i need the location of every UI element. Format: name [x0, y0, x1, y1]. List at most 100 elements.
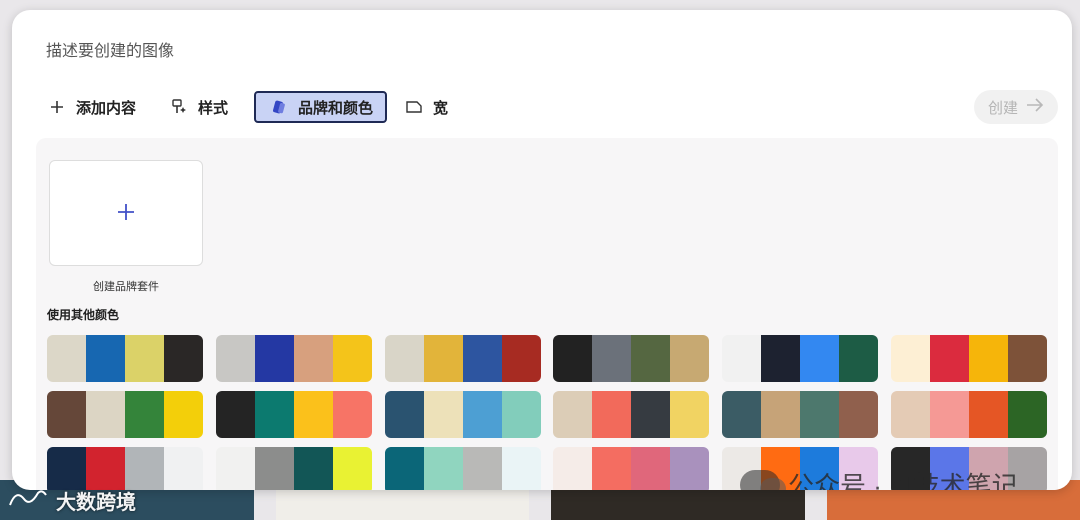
color-swatch: [462, 447, 502, 490]
watermark-logo-icon: [8, 487, 48, 515]
color-swatch: [125, 391, 164, 438]
color-swatch: [215, 391, 255, 438]
arrow-right-icon: [1026, 98, 1044, 116]
style-brush-icon: [170, 98, 188, 116]
color-swatch: [254, 335, 294, 382]
watermark-left: 大数跨境: [8, 486, 136, 515]
brand-colors-button[interactable]: 品牌和颜色: [254, 91, 388, 123]
color-swatch: [761, 335, 801, 382]
color-palette[interactable]: [553, 447, 710, 490]
brand-colors-label: 品牌和颜色: [298, 99, 374, 117]
color-swatch: [86, 447, 125, 490]
color-swatch: [670, 391, 710, 438]
color-swatch: [722, 391, 762, 438]
color-swatch: [293, 391, 333, 438]
color-swatch: [553, 391, 593, 438]
color-swatch: [164, 391, 203, 438]
style-button[interactable]: 样式: [162, 91, 244, 123]
color-palette[interactable]: [553, 335, 710, 382]
color-palette[interactable]: [722, 335, 879, 382]
watermark-right-text: 公众号 · AI技术笔记: [788, 471, 1018, 490]
color-swatch: [553, 447, 593, 490]
color-swatch: [839, 391, 879, 438]
color-swatch: [722, 335, 762, 382]
color-palette[interactable]: [47, 447, 203, 490]
create-brand-kit-label: 创建品牌套件: [93, 281, 159, 293]
prompt-input[interactable]: 描述要创建的图像: [46, 37, 174, 61]
color-swatch: [501, 335, 541, 382]
color-swatch: [800, 335, 840, 382]
aspect-wide-label: 宽: [433, 99, 449, 117]
color-palette[interactable]: [384, 335, 541, 382]
color-swatch: [254, 447, 294, 490]
color-palette[interactable]: [47, 391, 203, 438]
color-swatch: [462, 391, 502, 438]
color-swatch: [1007, 335, 1047, 382]
color-swatch: [254, 391, 294, 438]
watermark-right: 公众号 · AI技术笔记: [740, 466, 1018, 490]
color-palette[interactable]: [215, 335, 372, 382]
aspect-wide-button[interactable]: 宽: [397, 91, 464, 123]
color-swatch: [47, 447, 86, 490]
watermark-left-text: 大数跨境: [56, 492, 136, 514]
create-brand-kit-button[interactable]: [49, 160, 203, 266]
color-swatch: [929, 335, 969, 382]
add-content-label: 添加内容: [76, 99, 137, 117]
color-swatch: [384, 447, 424, 490]
color-swatch: [968, 391, 1008, 438]
color-swatch: [47, 391, 86, 438]
color-swatch: [423, 447, 463, 490]
color-palette[interactable]: [384, 447, 541, 490]
brand-kit-icon: [270, 98, 288, 116]
color-palette[interactable]: [215, 447, 372, 490]
color-palette[interactable]: [890, 335, 1047, 382]
color-palette[interactable]: [47, 335, 203, 382]
color-swatch: [968, 335, 1008, 382]
color-swatch: [293, 447, 333, 490]
color-palette[interactable]: [215, 391, 372, 438]
color-swatch: [553, 335, 593, 382]
color-swatch: [125, 335, 164, 382]
color-palette[interactable]: [722, 391, 879, 438]
wechat-icon: [740, 469, 786, 490]
color-swatch: [384, 391, 424, 438]
color-palette[interactable]: [384, 391, 541, 438]
color-swatch: [423, 335, 463, 382]
color-swatch: [631, 335, 671, 382]
color-swatch: [501, 447, 541, 490]
color-swatch: [631, 391, 671, 438]
create-button[interactable]: 创建: [974, 90, 1058, 124]
color-swatch: [670, 447, 710, 490]
color-swatch: [332, 335, 372, 382]
color-swatch: [215, 447, 255, 490]
other-colors-title: 使用其他颜色: [47, 308, 120, 322]
color-swatch: [164, 335, 203, 382]
color-swatch: [215, 335, 255, 382]
plus-icon: [48, 98, 66, 116]
color-swatch: [164, 447, 203, 490]
color-swatch: [670, 335, 710, 382]
color-swatch: [592, 391, 632, 438]
color-swatch: [800, 391, 840, 438]
color-swatch: [462, 335, 502, 382]
color-palette[interactable]: [553, 391, 710, 438]
add-content-button[interactable]: 添加内容: [40, 91, 152, 123]
color-palette[interactable]: [890, 391, 1047, 438]
brand-colors-panel: 创建品牌套件 使用其他颜色: [36, 138, 1058, 490]
color-swatch: [890, 335, 930, 382]
color-swatch: [929, 391, 969, 438]
aspect-ratio-icon: [405, 98, 423, 116]
color-swatch: [332, 447, 372, 490]
color-swatch: [890, 391, 930, 438]
color-swatch: [631, 447, 671, 490]
color-swatch: [293, 335, 333, 382]
color-swatch: [423, 391, 463, 438]
image-creator-card: 描述要创建的图像 添加内容 样式 品牌和颜色 宽 创建 创建品牌套件 使用其他颜…: [12, 10, 1072, 490]
color-swatch: [332, 391, 372, 438]
plus-icon: [116, 199, 136, 227]
color-swatch: [86, 335, 125, 382]
color-swatch: [839, 335, 879, 382]
color-swatch: [384, 335, 424, 382]
color-swatch: [592, 335, 632, 382]
color-swatch: [47, 335, 86, 382]
